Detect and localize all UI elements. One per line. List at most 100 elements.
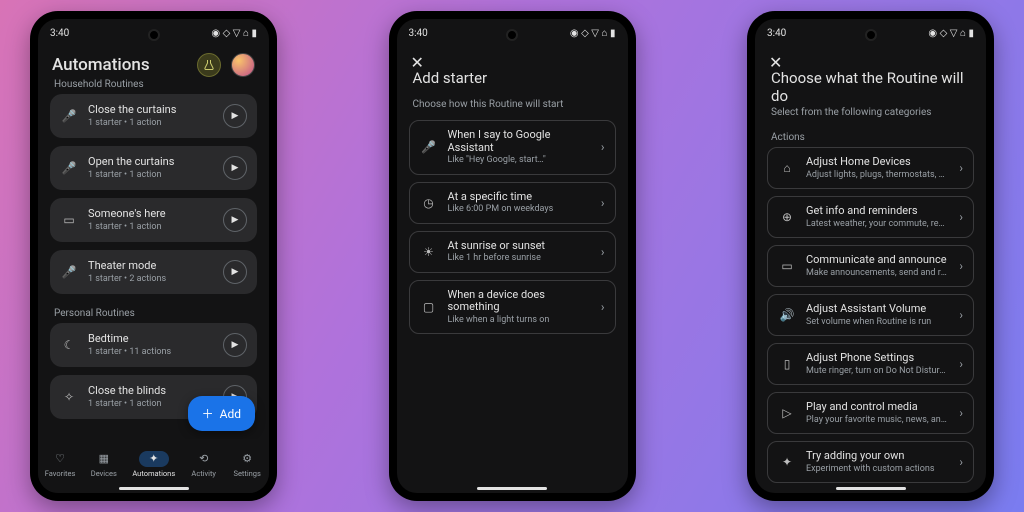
phone-icon: ▯ [778, 357, 796, 371]
routine-row[interactable]: 🎤 Open the curtains 1 starter • 1 action… [50, 146, 257, 190]
mic-icon: 🎤 [60, 265, 78, 279]
option-title: Try adding your own [806, 450, 949, 463]
option-row[interactable]: ▭ Communicate and announce Make announce… [767, 245, 974, 287]
plus-icon: ＋ [202, 405, 214, 422]
history-icon: ⟲ [189, 451, 219, 467]
clock-icon: ◷ [420, 196, 438, 210]
option-subtitle: Like 6:00 PM on weekdays [448, 204, 591, 214]
chevron-right-icon: › [959, 161, 963, 175]
routine-row[interactable]: 🎤 Close the curtains 1 starter • 1 actio… [50, 94, 257, 138]
option-row[interactable]: ▷ Play and control media Play your favor… [767, 392, 974, 434]
option-title: At a specific time [448, 191, 591, 204]
option-row[interactable]: ⊕ Get info and reminders Latest weather,… [767, 196, 974, 238]
camera-cutout [506, 29, 518, 41]
option-subtitle: Set volume when Routine is run [806, 317, 949, 327]
chevron-right-icon: › [959, 455, 963, 469]
devices-icon: ▦ [89, 451, 119, 467]
option-title: When a device does something [448, 289, 591, 314]
page-subtitle: Choose how this Routine will start [397, 89, 628, 120]
moon-icon: ☾ [60, 338, 78, 352]
page-title: Add starter [397, 63, 628, 89]
option-title: Adjust Assistant Volume [806, 303, 949, 316]
nav-settings[interactable]: ⚙ Settings [232, 451, 262, 478]
routine-subtitle: 1 starter • 1 action [88, 118, 213, 128]
gear-icon: ⚙ [232, 451, 262, 467]
play-button[interactable]: ▶ [223, 104, 247, 128]
nav-label: Settings [234, 469, 261, 478]
add-button[interactable]: ＋ Add [188, 396, 255, 431]
option-subtitle: Like "Hey Google, start…" [448, 155, 591, 165]
option-title: Adjust Home Devices [806, 156, 949, 169]
status-time: 3:40 [767, 28, 786, 39]
option-subtitle: Latest weather, your commute, reminders [806, 219, 949, 229]
nav-activity[interactable]: ⟲ Activity [189, 451, 219, 478]
mic-icon: 🎤 [420, 140, 438, 154]
routine-row[interactable]: ☾ Bedtime 1 starter • 11 actions ▶ [50, 323, 257, 367]
routine-subtitle: 1 starter • 1 action [88, 222, 213, 232]
chevron-right-icon: › [601, 196, 605, 210]
option-subtitle: Like 1 hr before sunrise [448, 253, 591, 263]
option-title: Play and control media [806, 401, 949, 414]
nav-label: Favorites [45, 469, 76, 478]
chevron-right-icon: › [959, 259, 963, 273]
option-row[interactable]: ▢ When a device does something Like when… [409, 280, 616, 335]
volume-icon: 🔊 [778, 308, 796, 322]
chevron-right-icon: › [959, 406, 963, 420]
home-icon: ⌂ [778, 161, 796, 175]
routine-subtitle: 1 starter • 1 action [88, 170, 213, 180]
routine-title: Close the curtains [88, 104, 213, 117]
page-subtitle: Select from the following categories [755, 107, 986, 124]
nav-label: Automations [132, 469, 175, 478]
routine-subtitle: 1 starter • 2 actions [88, 274, 213, 284]
option-row[interactable]: 🎤 When I say to Google Assistant Like "H… [409, 120, 616, 175]
home-indicator[interactable] [836, 487, 906, 490]
nav-favorites[interactable]: ♡ Favorites [45, 451, 76, 478]
info-icon: ⊕ [778, 210, 796, 224]
section-actions: Actions [755, 124, 986, 147]
chevron-right-icon: › [601, 245, 605, 259]
nav-automations[interactable]: ✦ Automations [132, 451, 175, 478]
option-row[interactable]: ▯ Adjust Phone Settings Mute ringer, tur… [767, 343, 974, 385]
chevron-right-icon: › [601, 140, 605, 154]
option-subtitle: Make announcements, send and read texts [806, 268, 949, 278]
status-icons: ◉ ◇ ▽ ⌂ ▮ [570, 28, 616, 39]
camera-cutout [148, 29, 160, 41]
play-button[interactable]: ▶ [223, 156, 247, 180]
home-indicator[interactable] [477, 487, 547, 490]
option-title: Adjust Phone Settings [806, 352, 949, 365]
actions-body[interactable]: Choose what the Routine will do Select f… [755, 63, 986, 493]
play-button[interactable]: ▶ [223, 208, 247, 232]
page-title: Automations [52, 55, 187, 75]
starter-body[interactable]: Add starter Choose how this Routine will… [397, 63, 628, 493]
option-row[interactable]: ☀ At sunrise or sunset Like 1 hr before … [409, 231, 616, 273]
option-subtitle: Play your favorite music, news, and more [806, 415, 949, 425]
option-row[interactable]: ◷ At a specific time Like 6:00 PM on wee… [409, 182, 616, 224]
play-button[interactable]: ▶ [223, 333, 247, 357]
play-icon: ▷ [778, 406, 796, 420]
home-indicator[interactable] [119, 487, 189, 490]
routine-title: Bedtime [88, 333, 213, 346]
chevron-right-icon: › [959, 308, 963, 322]
phone-add-starter: 3:40 ◉ ◇ ▽ ⌂ ▮ ✕ Add starter Choose how … [389, 11, 636, 501]
option-row[interactable]: ✦ Try adding your own Experiment with cu… [767, 441, 974, 483]
routine-title: Someone's here [88, 208, 213, 221]
mic-icon: 🎤 [60, 161, 78, 175]
phone-automations: 3:40 ◉ ◇ ▽ ⌂ ▮ Automations Household Rou… [30, 11, 277, 501]
phone-choose-actions: 3:40 ◉ ◇ ▽ ⌂ ▮ ✕ Choose what the Routine… [747, 11, 994, 501]
status-icons: ◉ ◇ ▽ ⌂ ▮ [928, 28, 974, 39]
automations-list[interactable]: Household Routines 🎤 Close the curtains … [38, 73, 269, 443]
sparkle-icon: ✦ [139, 451, 169, 467]
nav-devices[interactable]: ▦Devices [89, 451, 119, 478]
cast-icon: ▭ [60, 213, 78, 227]
option-row[interactable]: ⌂ Adjust Home Devices Adjust lights, plu… [767, 147, 974, 189]
nav-label: Activity [191, 469, 216, 478]
play-button[interactable]: ▶ [223, 260, 247, 284]
status-time: 3:40 [409, 28, 428, 39]
routine-row[interactable]: 🎤 Theater mode 1 starter • 2 actions ▶ [50, 250, 257, 294]
option-subtitle: Adjust lights, plugs, thermostats, and m… [806, 170, 949, 180]
heart-icon: ♡ [45, 451, 75, 467]
chat-icon: ▭ [778, 259, 796, 273]
routine-row[interactable]: ▭ Someone's here 1 starter • 1 action ▶ [50, 198, 257, 242]
option-row[interactable]: 🔊 Adjust Assistant Volume Set volume whe… [767, 294, 974, 336]
routine-subtitle: 1 starter • 11 actions [88, 347, 213, 357]
